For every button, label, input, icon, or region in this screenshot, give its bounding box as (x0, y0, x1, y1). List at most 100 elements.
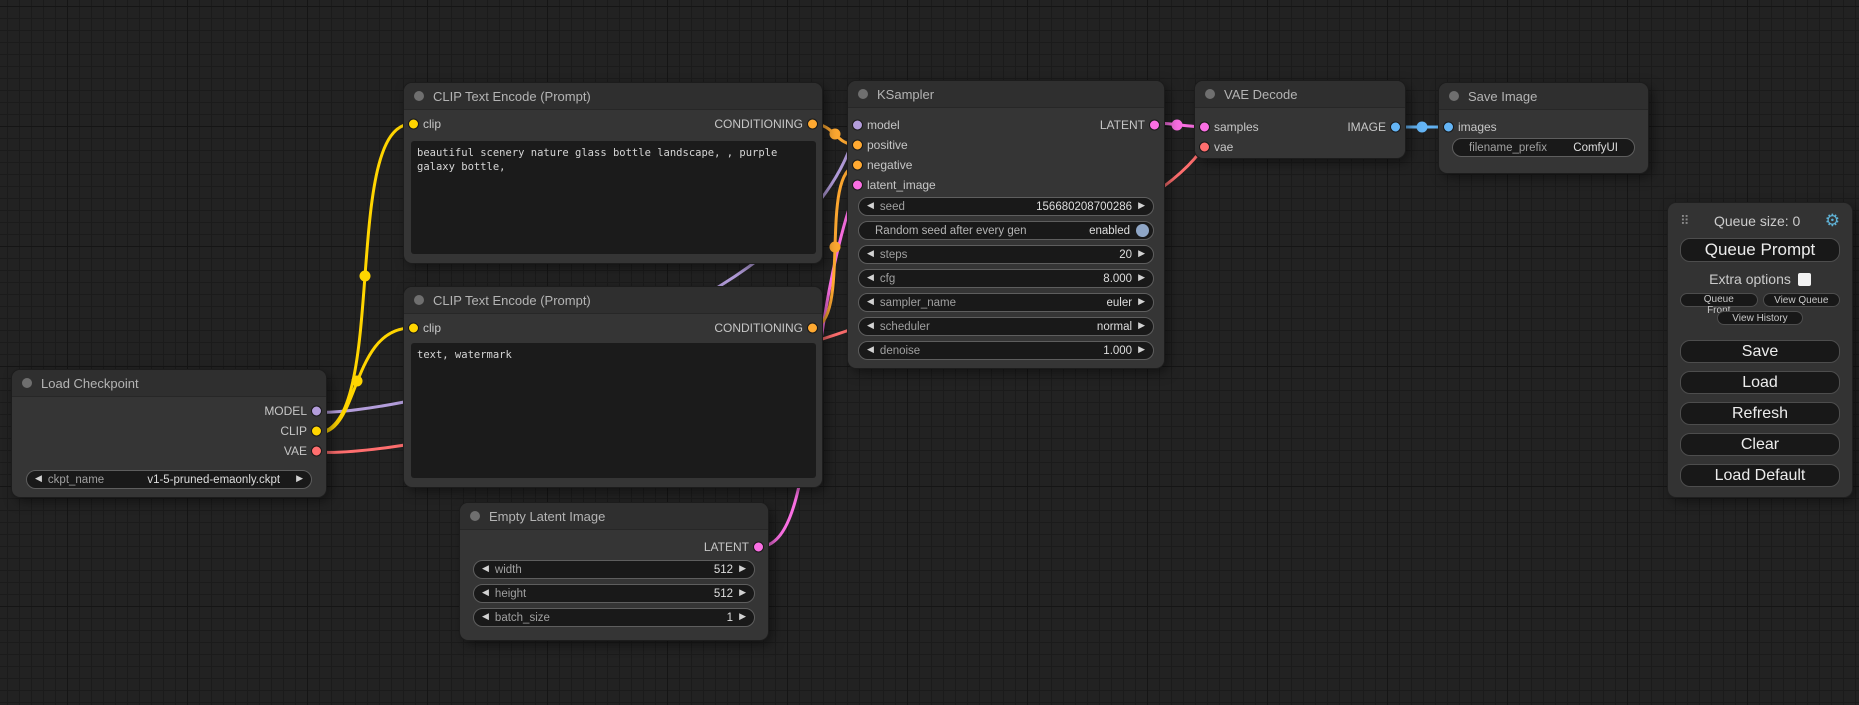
vae-output-port[interactable] (311, 446, 322, 457)
widget-value: euler (1107, 297, 1133, 309)
port-row-negative: negative (848, 155, 1164, 175)
latent-image-input-port[interactable] (852, 180, 863, 191)
extra-options-checkbox[interactable] (1798, 273, 1811, 286)
decrement-arrow-icon[interactable]: ◀ (35, 475, 42, 484)
clip-input-port[interactable] (408, 119, 419, 130)
random-seed-toggle-widget[interactable]: Random seed after every gen enabled (858, 221, 1154, 240)
sampler-name-widget[interactable]: ◀ sampler_name euler ▶ (858, 293, 1154, 312)
increment-arrow-icon[interactable]: ▶ (1138, 346, 1145, 355)
decrement-arrow-icon[interactable]: ◀ (867, 322, 874, 331)
clear-button[interactable]: Clear (1680, 433, 1840, 456)
view-history-button[interactable]: View History (1717, 311, 1803, 325)
widget-label: height (495, 588, 526, 600)
image-output-port[interactable] (1390, 122, 1401, 133)
node-clip-text-encode-positive[interactable]: CLIP Text Encode (Prompt) clip CONDITION… (404, 83, 822, 263)
node-title-bar[interactable]: KSampler (848, 81, 1164, 108)
node-title: VAE Decode (1224, 87, 1297, 102)
refresh-button[interactable]: Refresh (1680, 402, 1840, 425)
widget-value: 8.000 (1103, 273, 1132, 285)
images-input-port[interactable] (1443, 122, 1454, 133)
wire-midpoint-dot (1417, 122, 1428, 133)
save-button[interactable]: Save (1680, 340, 1840, 363)
node-title-bar[interactable]: Load Checkpoint (12, 370, 326, 397)
clip-output-port[interactable] (311, 426, 322, 437)
latent-output-port[interactable] (753, 542, 764, 553)
increment-arrow-icon[interactable]: ▶ (1138, 274, 1145, 283)
decrement-arrow-icon[interactable]: ◀ (867, 298, 874, 307)
load-default-button[interactable]: Load Default (1680, 464, 1840, 487)
collapse-dot-icon[interactable] (858, 89, 868, 99)
samples-input-port[interactable] (1199, 122, 1210, 133)
node-ksampler[interactable]: KSampler model LATENT positive negative … (848, 81, 1164, 368)
node-title-bar[interactable]: CLIP Text Encode (Prompt) (404, 83, 822, 110)
filename-prefix-widget[interactable]: filename_prefix ComfyUI (1452, 138, 1635, 157)
node-clip-text-encode-negative[interactable]: CLIP Text Encode (Prompt) clip CONDITION… (404, 287, 822, 487)
collapse-dot-icon[interactable] (470, 511, 480, 521)
decrement-arrow-icon[interactable]: ◀ (482, 613, 489, 622)
width-widget[interactable]: ◀ width 512 ▶ (473, 560, 755, 579)
node-title-bar[interactable]: CLIP Text Encode (Prompt) (404, 287, 822, 314)
toggle-circle-icon[interactable] (1136, 224, 1149, 237)
view-queue-button[interactable]: View Queue (1763, 293, 1841, 307)
height-widget[interactable]: ◀ height 512 ▶ (473, 584, 755, 603)
prompt-textarea[interactable]: beautiful scenery nature glass bottle la… (411, 141, 816, 254)
increment-arrow-icon[interactable]: ▶ (739, 565, 746, 574)
output-label: CONDITIONING (714, 321, 822, 335)
model-input-port[interactable] (852, 120, 863, 131)
collapse-dot-icon[interactable] (22, 378, 32, 388)
cfg-widget[interactable]: ◀ cfg 8.000 ▶ (858, 269, 1154, 288)
node-title-bar[interactable]: Empty Latent Image (460, 503, 768, 530)
node-empty-latent-image[interactable]: Empty Latent Image LATENT ◀ width 512 ▶ … (460, 503, 768, 640)
seed-widget[interactable]: ◀ seed 156680208700286 ▶ (858, 197, 1154, 216)
negative-input-port[interactable] (852, 160, 863, 171)
decrement-arrow-icon[interactable]: ◀ (482, 589, 489, 598)
node-title: KSampler (877, 87, 934, 102)
vae-input-port[interactable] (1199, 142, 1210, 153)
decrement-arrow-icon[interactable]: ◀ (867, 250, 874, 259)
decrement-arrow-icon[interactable]: ◀ (482, 565, 489, 574)
latent-output-port[interactable] (1149, 120, 1160, 131)
widget-label: filename_prefix (1469, 142, 1547, 154)
node-title-bar[interactable]: Save Image (1439, 83, 1648, 110)
increment-arrow-icon[interactable]: ▶ (739, 613, 746, 622)
decrement-arrow-icon[interactable]: ◀ (867, 274, 874, 283)
decrement-arrow-icon[interactable]: ◀ (867, 202, 874, 211)
conditioning-output-port[interactable] (807, 323, 818, 334)
load-button[interactable]: Load (1680, 371, 1840, 394)
prompt-textarea[interactable]: text, watermark (411, 343, 816, 478)
collapse-dot-icon[interactable] (1205, 89, 1215, 99)
increment-arrow-icon[interactable]: ▶ (1138, 250, 1145, 259)
collapse-dot-icon[interactable] (1449, 91, 1459, 101)
increment-arrow-icon[interactable]: ▶ (739, 589, 746, 598)
node-title: Save Image (1468, 89, 1537, 104)
ckpt-name-widget[interactable]: ◀ ckpt_name v1-5-pruned-emaonly.ckpt ▶ (26, 470, 312, 489)
increment-arrow-icon[interactable]: ▶ (296, 475, 303, 484)
queue-front-button[interactable]: Queue Front (1680, 293, 1758, 307)
comfyui-canvas[interactable]: { "colors": { "clip": "#ffd500", "condit… (0, 0, 1859, 705)
model-output-port[interactable] (311, 406, 322, 417)
wire-midpoint-dot (830, 242, 841, 253)
node-vae-decode[interactable]: VAE Decode samples IMAGE vae (1195, 81, 1405, 158)
settings-gear-icon[interactable]: ⚙ (1825, 213, 1840, 230)
node-title: CLIP Text Encode (Prompt) (433, 89, 591, 104)
increment-arrow-icon[interactable]: ▶ (1138, 298, 1145, 307)
steps-widget[interactable]: ◀ steps 20 ▶ (858, 245, 1154, 264)
collapse-dot-icon[interactable] (414, 91, 424, 101)
positive-input-port[interactable] (852, 140, 863, 151)
clip-input-port[interactable] (408, 323, 419, 334)
increment-arrow-icon[interactable]: ▶ (1138, 202, 1145, 211)
node-load-checkpoint[interactable]: Load Checkpoint MODEL CLIP VAE ◀ ckpt_na… (12, 370, 326, 497)
batch-size-widget[interactable]: ◀ batch_size 1 ▶ (473, 608, 755, 627)
drag-handle-icon[interactable]: ⠿ (1680, 214, 1690, 229)
collapse-dot-icon[interactable] (414, 295, 424, 305)
node-title-bar[interactable]: VAE Decode (1195, 81, 1405, 108)
decrement-arrow-icon[interactable]: ◀ (867, 346, 874, 355)
node-save-image[interactable]: Save Image images filename_prefix ComfyU… (1439, 83, 1648, 173)
queue-prompt-button[interactable]: Queue Prompt (1680, 238, 1840, 262)
widget-label: ckpt_name (48, 474, 104, 486)
scheduler-widget[interactable]: ◀ scheduler normal ▶ (858, 317, 1154, 336)
port-row-latent-image: latent_image (848, 175, 1164, 195)
denoise-widget[interactable]: ◀ denoise 1.000 ▶ (858, 341, 1154, 360)
conditioning-output-port[interactable] (807, 119, 818, 130)
increment-arrow-icon[interactable]: ▶ (1138, 322, 1145, 331)
